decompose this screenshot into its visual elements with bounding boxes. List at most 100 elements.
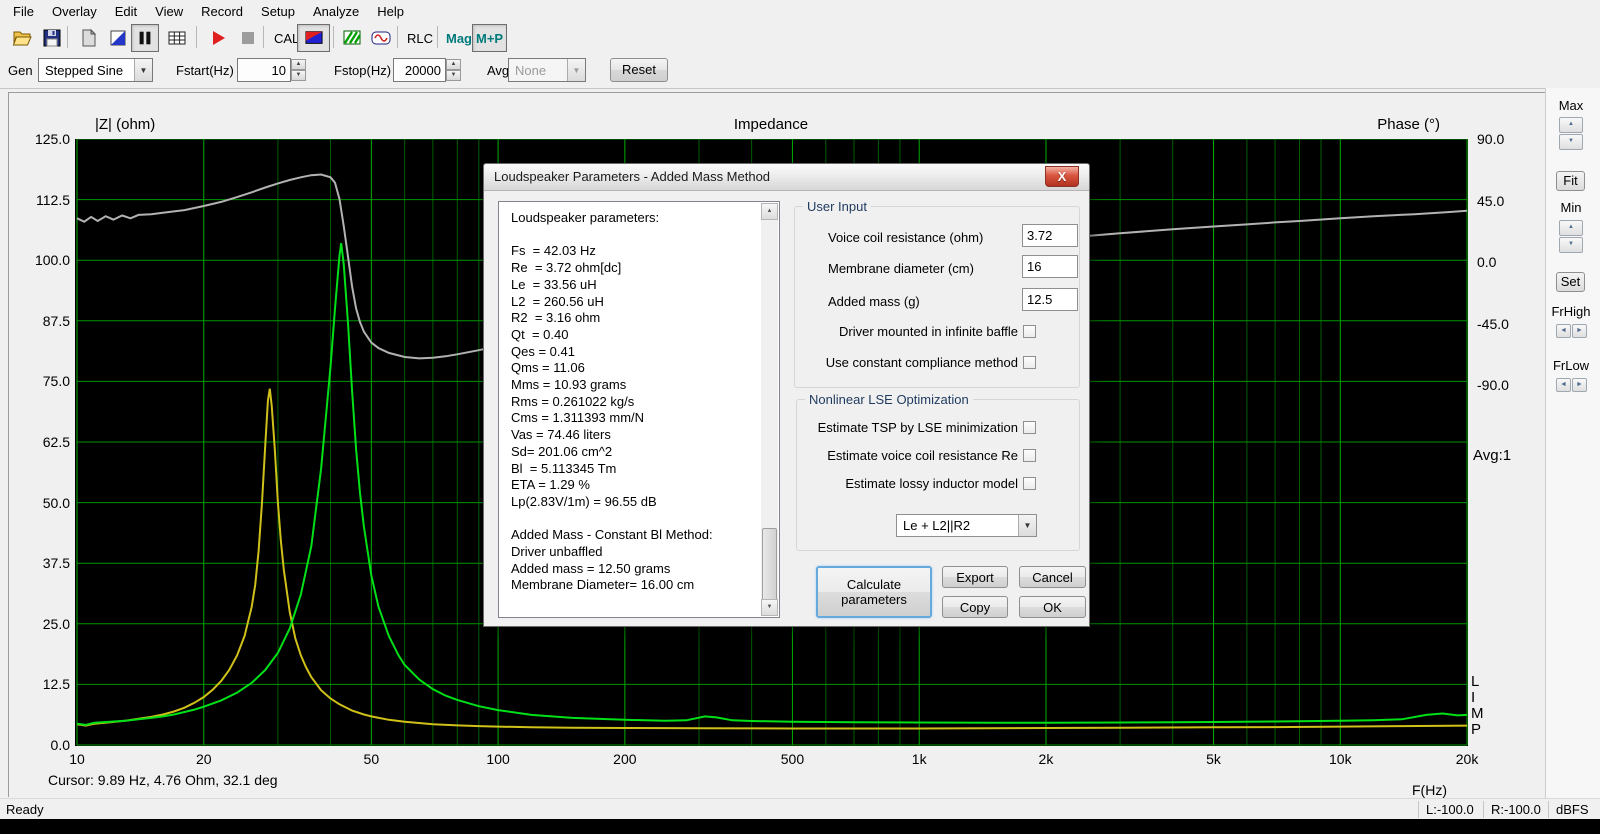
stop-recording-button[interactable] bbox=[234, 24, 262, 52]
save-file-button[interactable] bbox=[38, 24, 66, 52]
infinite-baffle-checkbox[interactable] bbox=[1023, 325, 1036, 338]
magnitude-view-button[interactable]: Mag bbox=[442, 24, 476, 52]
calculate-parameters-button[interactable]: Calculate parameters bbox=[816, 566, 932, 618]
lse-legend: Nonlinear LSE Optimization bbox=[805, 392, 973, 407]
generator-type-select[interactable]: Stepped Sine ▼ bbox=[38, 58, 153, 82]
ok-button[interactable]: OK bbox=[1019, 596, 1086, 618]
fit-button[interactable]: Fit bbox=[1556, 171, 1585, 191]
y-right-axis-title: Phase (°) bbox=[1350, 116, 1440, 133]
fstart-label: Fstart(Hz) bbox=[176, 63, 234, 78]
menu-item-record[interactable]: Record bbox=[192, 2, 252, 21]
blue-wedge-icon bbox=[108, 28, 128, 48]
spin-up-icon[interactable]: ▲ bbox=[446, 59, 461, 70]
open-file-button[interactable] bbox=[8, 24, 36, 52]
max-up-button[interactable]: ▲ bbox=[1559, 117, 1583, 133]
export-button[interactable]: Export bbox=[942, 566, 1008, 588]
chevron-down-icon[interactable]: ▼ bbox=[134, 59, 152, 81]
copy-button[interactable]: Copy bbox=[942, 596, 1008, 618]
reset-button[interactable]: Reset bbox=[610, 58, 668, 82]
frhigh-label: FrHigh bbox=[1549, 304, 1593, 319]
menu-item-setup[interactable]: Setup bbox=[252, 2, 304, 21]
menu-item-file[interactable]: File bbox=[4, 2, 43, 21]
menu-item-help[interactable]: Help bbox=[368, 2, 413, 21]
toolbar-separator bbox=[397, 26, 398, 48]
frhigh-right-button[interactable]: ► bbox=[1572, 324, 1587, 338]
axis-tick-label: 500 bbox=[781, 751, 804, 767]
axis-tick-label: 90.0 bbox=[1477, 131, 1531, 147]
frlow-right-button[interactable]: ► bbox=[1572, 378, 1587, 392]
added-mass-input[interactable] bbox=[1022, 288, 1078, 311]
min-down-button[interactable]: ▼ bbox=[1559, 237, 1583, 253]
frhigh-left-button[interactable]: ◄ bbox=[1556, 324, 1571, 338]
averaging-value: None bbox=[515, 63, 546, 78]
parameters-scrollbar[interactable]: ▲ ▼ bbox=[761, 203, 778, 616]
cancel-button[interactable]: Cancel bbox=[1019, 566, 1086, 588]
right-pane bbox=[1545, 88, 1600, 798]
estimate-lossy-inductor-label: Estimate lossy inductor model bbox=[734, 476, 1018, 491]
axis-tick-label: 112.5 bbox=[24, 192, 70, 208]
screen-bottom-strip bbox=[0, 819, 1600, 834]
axis-tick-label: 62.5 bbox=[24, 434, 70, 450]
estimate-lossy-inductor-checkbox[interactable] bbox=[1023, 477, 1036, 490]
status-separator bbox=[1483, 801, 1484, 818]
axis-tick-label: 0.0 bbox=[1477, 254, 1531, 270]
scroll-up-icon[interactable]: ▲ bbox=[761, 203, 778, 220]
rlc-measurement-button[interactable]: RLC bbox=[403, 24, 437, 52]
fstop-input[interactable] bbox=[393, 58, 446, 82]
axis-tick-label: 2k bbox=[1039, 751, 1054, 767]
axis-tick-label: 1k bbox=[912, 751, 927, 767]
gain-setting-button[interactable] bbox=[104, 24, 132, 52]
copy-graph-button[interactable] bbox=[74, 24, 102, 52]
status-separator bbox=[1548, 801, 1549, 818]
set-button[interactable]: Set bbox=[1556, 272, 1585, 292]
axis-tick-label: 10k bbox=[1329, 751, 1352, 767]
constant-compliance-checkbox[interactable] bbox=[1023, 356, 1036, 369]
scrollbar-thumb[interactable] bbox=[762, 528, 777, 603]
estimate-re-label: Estimate voice coil resistance Re bbox=[734, 448, 1018, 463]
averaging-select: None ▼ bbox=[508, 58, 586, 82]
x-axis-title: F(Hz) bbox=[1412, 782, 1447, 798]
stop-icon bbox=[238, 28, 258, 48]
spin-up-icon[interactable]: ▲ bbox=[291, 59, 306, 70]
fstop-spinner[interactable]: ▲ ▼ bbox=[446, 58, 461, 82]
menu-item-edit[interactable]: Edit bbox=[106, 2, 146, 21]
table-view-button[interactable] bbox=[163, 24, 191, 52]
menu-item-overlay[interactable]: Overlay bbox=[43, 2, 106, 21]
spin-down-icon[interactable]: ▼ bbox=[446, 70, 461, 81]
status-separator bbox=[1418, 801, 1419, 818]
min-up-button[interactable]: ▲ bbox=[1559, 220, 1583, 236]
fstart-spinner[interactable]: ▲ ▼ bbox=[291, 58, 306, 82]
estimate-re-checkbox[interactable] bbox=[1023, 449, 1036, 462]
max-down-button[interactable]: ▼ bbox=[1559, 134, 1583, 150]
fstop-label: Fstop(Hz) bbox=[334, 63, 391, 78]
dialog-title-bar[interactable]: Loudspeaker Parameters - Added Mass Meth… bbox=[484, 164, 1089, 191]
voice-coil-resistance-input[interactable] bbox=[1022, 224, 1078, 247]
scroll-down-icon[interactable]: ▼ bbox=[761, 599, 778, 616]
parameters-text-panel[interactable]: Loudspeaker parameters: Fs = 42.03 Hz Re… bbox=[498, 201, 780, 618]
spectrum-analysis-button[interactable] bbox=[338, 24, 366, 52]
axis-tick-label: 200 bbox=[613, 751, 636, 767]
impedance-mode-button[interactable] bbox=[297, 24, 330, 52]
menu-bar: FileOverlayEditViewRecordSetupAnalyzeHel… bbox=[0, 0, 1600, 23]
chevron-down-icon: ▼ bbox=[567, 59, 585, 81]
chevron-down-icon[interactable]: ▼ bbox=[1018, 515, 1036, 536]
signal-generator-button[interactable] bbox=[367, 24, 395, 52]
estimate-tsp-checkbox[interactable] bbox=[1023, 421, 1036, 434]
avg-label: Avg bbox=[487, 63, 509, 78]
membrane-diameter-input[interactable] bbox=[1022, 255, 1078, 278]
pause-button[interactable] bbox=[131, 24, 159, 52]
table-grid-icon bbox=[167, 28, 187, 48]
spin-down-icon[interactable]: ▼ bbox=[291, 70, 306, 81]
voice-coil-resistance-label: Voice coil resistance (ohm) bbox=[828, 230, 983, 245]
inductor-model-select[interactable]: Le + L2||R2 ▼ bbox=[896, 514, 1037, 537]
menu-item-analyze[interactable]: Analyze bbox=[304, 2, 368, 21]
axis-tick-label: 10 bbox=[69, 751, 85, 767]
save-floppy-icon bbox=[42, 28, 62, 48]
fstart-input[interactable] bbox=[237, 58, 291, 82]
axis-tick-label: 50 bbox=[364, 751, 380, 767]
magnitude-phase-view-button[interactable]: M+P bbox=[472, 24, 507, 52]
frlow-left-button[interactable]: ◄ bbox=[1556, 378, 1571, 392]
close-button[interactable]: X bbox=[1045, 166, 1079, 187]
start-recording-button[interactable] bbox=[204, 24, 232, 52]
menu-item-view[interactable]: View bbox=[146, 2, 192, 21]
